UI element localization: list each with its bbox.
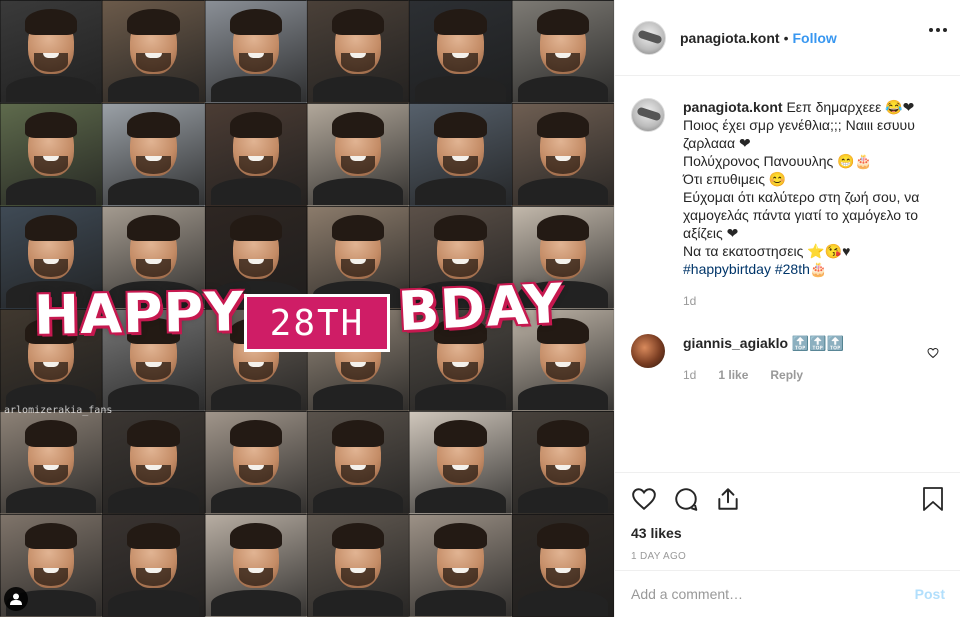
caption-avatar[interactable]: [631, 98, 665, 132]
banner-number-box: 28TH: [244, 294, 390, 352]
banner-happy-text: HAPPY: [33, 280, 245, 347]
comment-like-heart-icon[interactable]: [927, 346, 939, 362]
collage-tile: [409, 102, 512, 206]
collage-tile: [307, 102, 410, 206]
collage-tile: [102, 411, 205, 515]
collage-tile: [204, 0, 307, 103]
reply-button[interactable]: Reply: [770, 366, 803, 384]
collage-tile: [307, 514, 410, 617]
collage-tile: [511, 514, 614, 617]
collage-tile: [307, 0, 410, 103]
collage-tile: [102, 514, 205, 617]
add-comment-bar: Post: [615, 570, 960, 617]
caption-line: Πολύχρονος Πανουυλης 😁🎂: [683, 153, 873, 169]
collage-tile: [307, 411, 410, 515]
collage-tile: [511, 411, 614, 515]
commenter-username[interactable]: giannis_agiaklo: [683, 335, 788, 351]
caption-body: panagiota.kont Εεπ δημαρχεεε 😂❤ Ποιος έχ…: [683, 98, 931, 310]
commenter-avatar[interactable]: [631, 334, 665, 368]
author-avatar[interactable]: [632, 20, 666, 55]
comment-like-count[interactable]: 1 like: [718, 366, 748, 384]
instagram-post-view: HAPPY 28TH BDAY arlomizerakia_fans panag…: [0, 0, 960, 617]
share-icon[interactable]: [715, 486, 741, 512]
post-comment-button[interactable]: Post: [915, 586, 945, 602]
comment-input[interactable]: [631, 586, 915, 602]
caption-hashtags[interactable]: #happybirtday #28th🎂: [683, 260, 931, 278]
save-bookmark-icon[interactable]: [921, 486, 945, 512]
collage-tile: [0, 102, 103, 206]
caption-comment: panagiota.kont Εεπ δημαρχεεε 😂❤ Ποιος έχ…: [631, 76, 945, 310]
comment-text: 🔝🔝🔝: [788, 335, 845, 351]
caption-username[interactable]: panagiota.kont: [683, 99, 783, 115]
caption-line: Να τα εκατοστησεις ⭐😘♥: [683, 243, 851, 259]
like-heart-icon[interactable]: [631, 486, 657, 512]
likes-count[interactable]: 43 likes: [631, 525, 945, 541]
collage-tile: [0, 0, 103, 103]
header-separator: •: [783, 29, 789, 46]
post-header: panagiota.kont • Follow: [615, 0, 960, 76]
caption-meta: 1d: [683, 292, 931, 310]
comment-item: giannis_agiaklo 🔝🔝🔝 1d 1 like Reply: [631, 310, 945, 384]
birthday-banner: HAPPY 28TH BDAY: [0, 272, 614, 356]
caption-line: Ότι επυθιμεις 😊: [683, 171, 787, 187]
more-options-icon[interactable]: [929, 28, 947, 32]
collage-tile: [409, 514, 512, 617]
comment-time[interactable]: 1d: [683, 366, 696, 384]
photo-watermark: arlomizerakia_fans: [4, 405, 113, 416]
collage-tile: [102, 102, 205, 206]
collage-tile: [204, 102, 307, 206]
collage-tile: [204, 411, 307, 515]
collage-tile: [511, 0, 614, 103]
action-bar: [631, 483, 945, 515]
user-tag-icon[interactable]: [4, 587, 28, 611]
post-date[interactable]: 1 DAY AGO: [631, 551, 945, 562]
collage-tile: [409, 411, 512, 515]
comment-meta: 1d 1 like Reply: [683, 366, 931, 384]
caption-time[interactable]: 1d: [683, 292, 696, 310]
collage-tile: [102, 0, 205, 103]
caption-line: Εύχομαι ότι καλύτερο στη ζωή σου, να χαμ…: [683, 189, 920, 241]
collage-tile: [511, 102, 614, 206]
collage-tile: [204, 514, 307, 617]
comments-list[interactable]: panagiota.kont Εεπ δημαρχεεε 😂❤ Ποιος έχ…: [615, 76, 960, 472]
collage-tile: [0, 411, 103, 515]
post-actions-section: 43 likes 1 DAY AGO: [615, 472, 960, 570]
post-sidebar: panagiota.kont • Follow panagiota.kont Ε…: [614, 0, 960, 617]
collage-tile: [409, 0, 512, 103]
post-photo[interactable]: HAPPY 28TH BDAY arlomizerakia_fans: [0, 0, 614, 617]
banner-bday-text: BDAY: [396, 271, 566, 344]
caption-line: Εεπ δημαρχεεε 😂❤: [782, 99, 915, 115]
comment-body: giannis_agiaklo 🔝🔝🔝 1d 1 like Reply: [683, 334, 931, 384]
author-username[interactable]: panagiota.kont: [680, 30, 780, 46]
caption-line: Ποιος έχει σμρ γενέθλια;;; Ναιιι εσυυυ ζ…: [683, 117, 915, 151]
comment-bubble-icon[interactable]: [673, 486, 699, 512]
follow-button[interactable]: Follow: [792, 30, 836, 46]
banner-number-text: 28TH: [269, 302, 365, 344]
